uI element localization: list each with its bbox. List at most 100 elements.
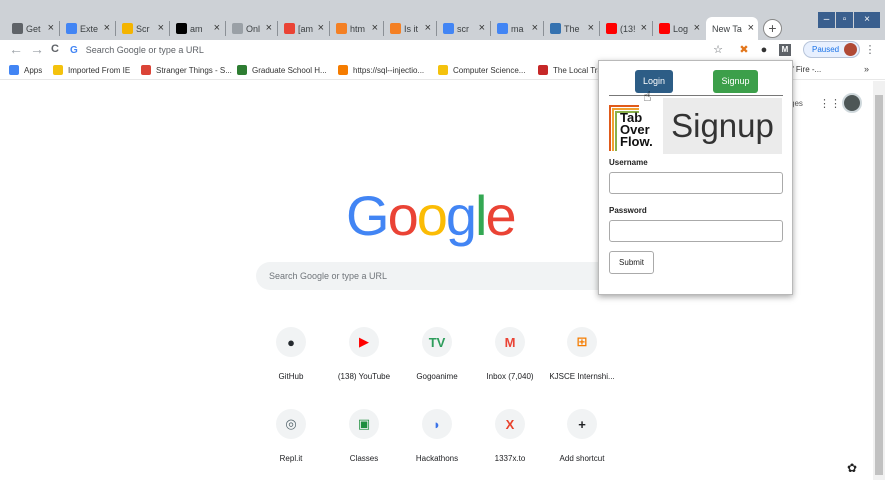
logo-letter: o [387,184,419,247]
hand-cursor-icon: ☝ [643,88,652,104]
shortcut-tile[interactable]: ⊞ KJSCE Internshi... [545,327,619,381]
bookmark-label: https://sql--injectio... [353,65,425,75]
metamask-extension-icon[interactable]: ✖ [738,44,750,56]
browser-window: Get × Exte × Scr × am × Onl × [am × htm × Is it × scr × ma… [0,0,885,480]
bookmark-star-icon[interactable]: ☆ [712,44,724,56]
submit-button[interactable]: Submit [609,251,654,274]
tab-6[interactable]: htm × [330,17,382,40]
minimize-button[interactable]: – [818,12,835,28]
shortcut-tile[interactable]: M Inbox (7,040) [473,327,547,381]
shortcut-tile[interactable]: ▣ Classes [327,409,401,463]
logo-line-3: Flow. [620,134,653,149]
account-avatar[interactable] [842,93,862,113]
tab-close-icon[interactable]: × [425,22,431,34]
google-logo: Google [346,183,517,248]
shortcut-label: KJSCE Internshi... [549,372,615,381]
tab-close-icon[interactable]: × [158,22,164,34]
shortcut-label: (138) YouTube [337,372,391,381]
tab-close-icon[interactable]: × [479,22,485,34]
chrome-menu-icon[interactable]: ⋮ [864,44,876,56]
tab-3[interactable]: am × [170,17,224,40]
shortcut-icon: ◎ [276,409,306,439]
bookmark-item[interactable]: https://sql--injectio... [338,65,424,75]
tab-close-icon[interactable]: × [694,22,700,34]
tab-overflow-extension-icon[interactable]: M [779,44,791,56]
shortcut-icon: ● [276,327,306,357]
tab-5[interactable]: [am × [278,17,328,40]
bookmark-item[interactable]: Apps [9,65,42,75]
stack-icon [390,23,401,34]
tab-close-icon[interactable]: × [372,22,378,34]
tab-2[interactable]: Scr × [116,17,168,40]
tab-13[interactable]: New Ta × [706,17,758,40]
back-button[interactable]: ← [9,42,23,56]
new-tab-button[interactable]: + [763,19,782,38]
logo-letter: G [346,184,390,247]
bookmark-item[interactable]: Graduate School H... [237,65,327,75]
shortcut-label: Add shortcut [559,454,605,463]
shortcut-label: GitHub [278,372,304,381]
login-button[interactable]: Login [635,70,673,93]
tab-close-icon[interactable]: × [48,22,54,34]
tab-9[interactable]: ma × [491,17,542,40]
bookmark-item[interactable]: Stranger Things - S... [141,65,232,75]
paused-label: Paused [812,45,840,54]
youtube-icon [606,23,617,34]
tab-close-icon[interactable]: × [266,22,272,34]
tab-1[interactable]: Exte × [60,17,114,40]
tab-4[interactable]: Onl × [226,17,276,40]
reload-button[interactable]: C [51,42,59,56]
signup-tab-button[interactable]: Signup [713,70,758,93]
extension-icon[interactable]: ● [758,44,770,56]
shortcut-label: Gogoanime [416,372,458,381]
shortcut-label: Classes [349,454,379,463]
tab-0[interactable]: Get × [6,17,58,40]
maximize-button[interactable]: ▫ [836,12,853,28]
google-icon [497,23,508,34]
shortcut-tile[interactable]: TV Gogoanime [400,327,474,381]
bookmark-label: Graduate School H... [252,65,327,75]
tab-8[interactable]: scr × [437,17,489,40]
shortcut-tile[interactable]: ◎ Repl.it [254,409,328,463]
shortcut-tile[interactable]: + Add shortcut [545,409,619,463]
youtube-icon [659,23,670,34]
profile-paused-button[interactable]: Paused [803,41,860,58]
shortcut-tile[interactable]: X 1337x.to [473,409,547,463]
page-icon [232,23,243,34]
shortcut-icon: ◗ [422,409,452,439]
tab-close-icon[interactable]: × [588,22,594,34]
shortcut-tile[interactable]: ● GitHub [254,327,328,381]
shortcut-label: 1337x.to [494,454,526,463]
window-close-button[interactable]: × [854,12,880,28]
tab-12[interactable]: Log × [653,17,704,40]
shortcut-icon: ⊞ [567,327,597,357]
shortcut-icon: X [495,409,525,439]
omnibox[interactable]: G Search Google or type a URL [70,41,730,59]
shortcut-tile[interactable]: ◗ Hackathons [400,409,474,463]
tab-11[interactable]: (13! × [600,17,651,40]
tab-close-icon[interactable]: × [748,22,754,34]
bookmark-favicon-icon [141,65,151,75]
bookmark-item[interactable]: Computer Science... [438,65,525,75]
tab-close-icon[interactable]: × [532,22,538,34]
shortcut-icon: TV [422,327,452,357]
tab-close-icon[interactable]: × [104,22,110,34]
shortcut-icon: + [567,409,597,439]
bookmark-item[interactable]: The Local Tra [538,65,602,75]
shortcut-tile[interactable]: ▶ (138) YouTube [327,327,401,381]
tab-7[interactable]: Is it × [384,17,435,40]
search-input[interactable]: Search Google or type a URL [256,262,626,290]
bookmark-favicon-icon [237,65,247,75]
username-field[interactable] [609,172,783,194]
customize-gear-icon[interactable]: ✿ [847,461,857,475]
tab-close-icon[interactable]: × [641,22,647,34]
tab-close-icon[interactable]: × [318,22,324,34]
forward-button[interactable]: → [30,42,44,56]
bookmarks-overflow-icon[interactable]: » [864,64,869,74]
bookmark-item[interactable]: Imported From IE [53,65,130,75]
scrollbar-thumb[interactable] [875,95,883,475]
tab-10[interactable]: The × [544,17,598,40]
trello-icon [550,23,561,34]
tab-close-icon[interactable]: × [214,22,220,34]
password-field[interactable] [609,220,783,242]
